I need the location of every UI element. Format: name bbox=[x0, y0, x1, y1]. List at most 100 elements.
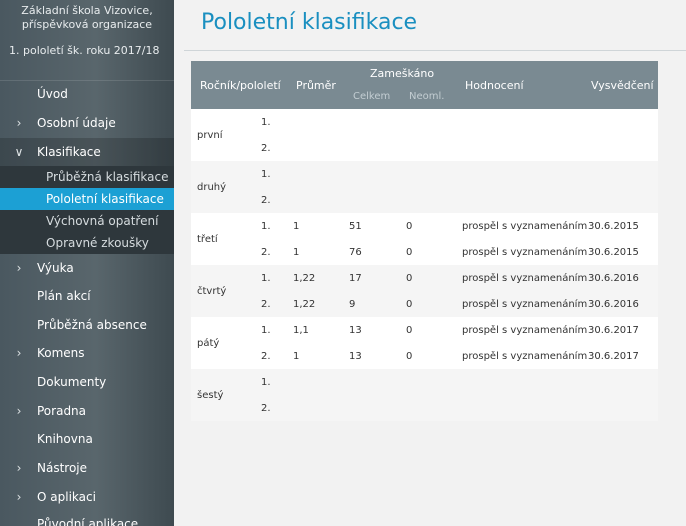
page-title: Pololetní klasifikace bbox=[201, 10, 418, 35]
missed-total-value: 9 bbox=[349, 299, 356, 310]
missed-unexcused-value: 0 bbox=[406, 325, 413, 336]
average-value: 1 bbox=[293, 351, 300, 362]
grade-name: šestý bbox=[197, 390, 224, 401]
evaluation-value: prospěl s vyznamenáním bbox=[462, 351, 588, 362]
missed-unexcused-value: 0 bbox=[406, 247, 413, 258]
half-year: 1. bbox=[261, 273, 271, 284]
sidebar-item-klasifikace[interactable]: ∨ Klasifikace bbox=[0, 138, 174, 167]
half-year: 1. bbox=[261, 377, 271, 388]
sidebar-item-label: Knihovna bbox=[37, 432, 93, 446]
sidebar-item-knihovna[interactable]: Knihovna bbox=[0, 425, 174, 454]
half-year: 2. bbox=[261, 299, 271, 310]
evaluation-value: prospěl s vyznamenáním bbox=[462, 273, 588, 284]
half-year: 2. bbox=[261, 403, 271, 414]
sidebar-item-label: Komens bbox=[37, 346, 85, 360]
average-value: 1,22 bbox=[293, 299, 316, 310]
half-year: 2. bbox=[261, 143, 271, 154]
sidebar-item-label: Osobní údaje bbox=[37, 116, 116, 130]
average-value: 1,1 bbox=[293, 325, 309, 336]
sidebar-item-label: Výuka bbox=[37, 261, 74, 275]
sidebar-item-label: Dokumenty bbox=[37, 375, 107, 389]
sidebar: Základní škola Vizovice, příspěvková org… bbox=[0, 0, 174, 526]
sidebar-item-komens[interactable]: › Komens bbox=[0, 339, 174, 368]
title-divider bbox=[184, 50, 686, 51]
sidebar-item-dokumenty[interactable]: Dokumenty bbox=[0, 368, 174, 397]
table-row: třetí 1. 1 51 0 prospěl s vyznamenáním 3… bbox=[191, 213, 658, 265]
table-row: čtvrtý 1. 1,22 17 0 prospěl s vyznamenán… bbox=[191, 265, 658, 317]
missed-unexcused-value: 0 bbox=[406, 351, 413, 362]
table-row: šestý 1. 2. bbox=[191, 369, 658, 421]
table-row: druhý 1. 2. bbox=[191, 161, 658, 213]
certificate-date: 30.6.2017 bbox=[588, 325, 639, 336]
sidebar-item-o-aplikaci[interactable]: › O aplikaci bbox=[0, 483, 174, 512]
school-name: Základní škola Vizovice, příspěvková org… bbox=[0, 4, 174, 32]
chevron-down-icon: ∨ bbox=[14, 145, 24, 159]
missed-unexcused-value: 0 bbox=[406, 273, 413, 284]
sidebar-item-prubezna-absence[interactable]: Průběžná absence bbox=[0, 311, 174, 340]
average-value: 1 bbox=[293, 247, 300, 258]
half-year: 2. bbox=[261, 351, 271, 362]
sidebar-item-uvod[interactable]: Úvod bbox=[0, 80, 174, 109]
table-row: první 1. 2. bbox=[191, 109, 658, 161]
sidebar-subitem-opravne-zkousky[interactable]: Opravné zkoušky bbox=[0, 232, 174, 254]
sidebar-subitem-vychovna-opatreni[interactable]: Výchovná opatření bbox=[0, 210, 174, 232]
grade-name: pátý bbox=[197, 338, 220, 349]
chevron-right-icon: › bbox=[16, 346, 22, 360]
school-period: 1. pololetí šk. roku 2017/18 bbox=[9, 44, 160, 57]
missed-total-value: 51 bbox=[349, 221, 362, 232]
sidebar-item-label: Plán akcí bbox=[37, 289, 91, 303]
chevron-right-icon: › bbox=[16, 461, 22, 475]
evaluation-value: prospěl s vyznamenáním bbox=[462, 221, 588, 232]
half-year: 1. bbox=[261, 221, 271, 232]
certificate-date: 30.6.2016 bbox=[588, 273, 639, 284]
grade-name: čtvrtý bbox=[197, 286, 227, 297]
header-missed: Zameškáno bbox=[370, 67, 435, 80]
grade-name: třetí bbox=[197, 234, 218, 245]
header-evaluation: Hodnocení bbox=[465, 79, 524, 92]
sidebar-item-label: O aplikaci bbox=[37, 490, 96, 504]
certificate-date: 30.6.2015 bbox=[588, 247, 639, 258]
grade-name: první bbox=[197, 130, 223, 141]
half-year: 1. bbox=[261, 169, 271, 180]
header-average: Průměr bbox=[296, 79, 336, 92]
sidebar-item-vyuka[interactable]: › Výuka bbox=[0, 254, 174, 283]
chevron-right-icon: › bbox=[16, 490, 22, 504]
sidebar-item-plan-akci[interactable]: Plán akcí bbox=[0, 282, 174, 311]
chevron-right-icon: › bbox=[16, 116, 22, 130]
school-name-line1: Základní škola Vizovice, bbox=[21, 4, 153, 17]
sidebar-item-label: Poradna bbox=[37, 404, 87, 418]
sidebar-subitem-prubezna-klasifikace[interactable]: Průběžná klasifikace bbox=[0, 166, 174, 188]
sidebar-item-nastroje[interactable]: › Nástroje bbox=[0, 454, 174, 483]
header-grade: Ročník/pololetí bbox=[200, 79, 281, 92]
half-year: 1. bbox=[261, 117, 271, 128]
missed-total-value: 17 bbox=[349, 273, 362, 284]
chevron-right-icon: › bbox=[16, 261, 22, 275]
header-missed-total: Celkem bbox=[353, 91, 391, 102]
school-name-line2: příspěvková organizace bbox=[21, 18, 153, 31]
classification-table: Ročník/pololetí Průměr Zameškáno Celkem … bbox=[191, 61, 658, 421]
sidebar-item-label: Nástroje bbox=[37, 461, 88, 475]
half-year: 2. bbox=[261, 195, 271, 206]
missed-total-value: 13 bbox=[349, 351, 362, 362]
sidebar-item-label: Úvod bbox=[37, 87, 68, 101]
average-value: 1,22 bbox=[293, 273, 316, 284]
sidebar-item-puvodni-aplikace[interactable]: Původní aplikace bbox=[0, 510, 174, 526]
grade-name: druhý bbox=[197, 182, 227, 193]
sidebar-item-label: Klasifikace bbox=[37, 145, 101, 159]
table-header: Ročník/pololetí Průměr Zameškáno Celkem … bbox=[191, 61, 658, 109]
sidebar-item-label: Průběžná absence bbox=[37, 318, 147, 332]
chevron-right-icon: › bbox=[16, 404, 22, 418]
certificate-date: 30.6.2015 bbox=[588, 221, 639, 232]
main-content: Pololetní klasifikace Ročník/pololetí Pr… bbox=[174, 0, 686, 526]
half-year: 2. bbox=[261, 247, 271, 258]
sidebar-subitem-pololetni-klasifikace[interactable]: Pololetní klasifikace bbox=[0, 188, 174, 210]
table-row: pátý 1. 1,1 13 0 prospěl s vyznamenáním … bbox=[191, 317, 658, 369]
sidebar-item-poradna[interactable]: › Poradna bbox=[0, 397, 174, 426]
missed-total-value: 76 bbox=[349, 247, 362, 258]
sidebar-item-osobni-udaje[interactable]: › Osobní údaje bbox=[0, 109, 174, 138]
evaluation-value: prospěl s vyznamenáním bbox=[462, 247, 588, 258]
missed-unexcused-value: 0 bbox=[406, 221, 413, 232]
evaluation-value: prospěl s vyznamenáním bbox=[462, 299, 588, 310]
average-value: 1 bbox=[293, 221, 300, 232]
sidebar-item-label: Původní aplikace bbox=[37, 517, 139, 526]
